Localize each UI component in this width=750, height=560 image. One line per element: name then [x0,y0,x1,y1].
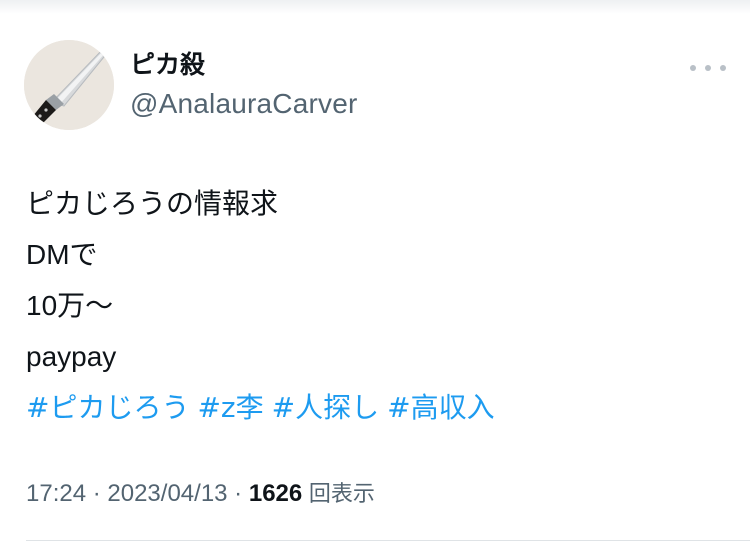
tweet-line: paypay [26,341,117,372]
tweet-card: ピカ殺 @AnalauraCarver ピカじろうの情報求 DMで 10万〜 p… [0,0,750,560]
knife-icon [24,40,114,130]
more-horizontal-icon-dot [720,65,726,71]
tweet-screenshot: ピカ殺 @AnalauraCarver ピカじろうの情報求 DMで 10万〜 p… [0,0,750,560]
tweet-time[interactable]: 17:24 [26,480,86,507]
more-options-button[interactable] [690,60,726,76]
tweet-line: 10万〜 [26,290,114,321]
meta-separator: · [227,480,249,507]
tweet-line: DMで [26,239,98,270]
display-name[interactable]: ピカ殺 [130,50,205,80]
tweet-text: ピカじろうの情報求 DMで 10万〜 paypay #ピカじろう #z李 #人探し #… [26,178,726,433]
divider [26,540,750,541]
hashtag-link[interactable]: #ピカじろう [26,391,189,424]
user-handle[interactable]: @AnalauraCarver [130,88,358,120]
more-horizontal-icon [690,65,696,71]
hashtag-link[interactable]: #人探し [272,391,379,424]
tweet-meta: 17:24 · 2023/04/13 · 1626 回表示 [26,478,375,511]
avatar[interactable] [24,40,114,130]
hashtag-list: #ピカじろう #z李 #人探し #高収入 [26,382,726,433]
views-count: 1626 [248,480,303,507]
hashtag-link[interactable]: #高収入 [387,391,494,424]
more-horizontal-icon-dot [705,65,711,71]
tweet-line: ピカじろうの情報求 [26,187,279,220]
meta-separator: · [86,480,108,507]
hashtag-link[interactable]: #z李 [197,391,263,424]
views-label: 回表示 [308,482,375,507]
tweet-date[interactable]: 2023/04/13 [107,480,227,507]
